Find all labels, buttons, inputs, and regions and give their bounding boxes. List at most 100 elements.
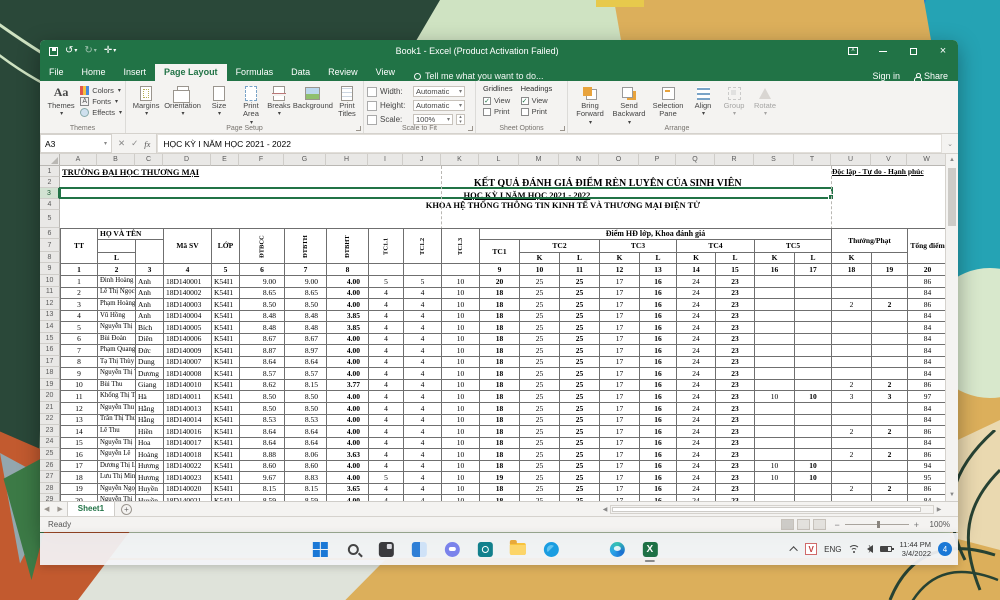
data-cell[interactable]: 18D140016	[164, 426, 212, 438]
data-cell[interactable]: Dung	[136, 356, 164, 368]
data-cell[interactable]: 10	[442, 299, 480, 311]
data-cell[interactable]: 17	[600, 449, 640, 461]
data-cell[interactable]: 8.65	[285, 287, 327, 299]
data-cell[interactable]: 18D140008	[164, 368, 212, 380]
volume-icon[interactable]	[867, 545, 873, 553]
data-cell[interactable]: 17	[600, 426, 640, 438]
sheet-options-dialog-launcher[interactable]	[560, 126, 565, 131]
data-cell[interactable]: 17	[600, 276, 640, 288]
data-cell[interactable]: 4	[404, 483, 442, 495]
data-cell[interactable]: 3.77	[327, 379, 369, 391]
data-cell[interactable]: 24	[677, 322, 716, 334]
data-cell[interactable]: 17	[600, 379, 640, 391]
data-cell[interactable]: 10	[755, 472, 795, 484]
header-cell[interactable]	[98, 240, 136, 253]
data-cell[interactable]: 17	[600, 333, 640, 345]
data-cell[interactable]: 9.67	[240, 472, 285, 484]
column-number-cell[interactable]: 2	[98, 264, 136, 276]
data-cell[interactable]: 25	[560, 379, 600, 391]
skype-icon[interactable]	[539, 536, 563, 562]
height-select[interactable]: Automatic	[413, 100, 465, 111]
data-cell[interactable]	[755, 483, 795, 495]
data-cell[interactable]	[832, 403, 872, 415]
data-cell[interactable]: 84	[908, 414, 948, 426]
header-cell[interactable]: Tổng điểm	[908, 229, 948, 264]
headings-view-checkbox[interactable]: View	[521, 96, 553, 105]
header-cell[interactable]: K	[832, 253, 872, 264]
data-cell[interactable]	[795, 379, 832, 391]
data-cell[interactable]: Hoàng	[136, 449, 164, 461]
column-header-E[interactable]: E	[211, 154, 239, 166]
data-cell[interactable]: 84	[908, 287, 948, 299]
data-cell[interactable]	[832, 460, 872, 472]
zoom-slider[interactable]	[845, 524, 909, 525]
data-cell[interactable]: 17	[600, 368, 640, 380]
search-icon[interactable]	[341, 536, 365, 562]
data-cell[interactable]	[795, 483, 832, 495]
data-cell[interactable]: 13	[61, 414, 98, 426]
data-cell[interactable]: 8.48	[240, 322, 285, 334]
data-cell[interactable]: 2	[832, 483, 872, 495]
data-cell[interactable]: 4	[404, 472, 442, 484]
data-cell[interactable]	[795, 345, 832, 357]
data-cell[interactable]: 2	[832, 426, 872, 438]
data-cell[interactable]: 4	[404, 310, 442, 322]
column-number-cell[interactable]: 11	[560, 264, 600, 276]
data-cell[interactable]: 8.62	[240, 379, 285, 391]
data-cell[interactable]: 4.00	[327, 437, 369, 449]
header-cell[interactable]: TC1.2	[404, 229, 442, 264]
data-cell[interactable]	[872, 287, 908, 299]
data-cell[interactable]: 10	[755, 391, 795, 403]
data-cell[interactable]: 97	[908, 391, 948, 403]
data-cell[interactable]: 25	[520, 299, 560, 311]
data-cell[interactable]: 8.64	[285, 426, 327, 438]
data-cell[interactable]: 4	[369, 333, 404, 345]
data-cell[interactable]: 16	[640, 391, 677, 403]
data-cell[interactable]: Hiền	[136, 426, 164, 438]
data-cell[interactable]	[872, 368, 908, 380]
data-cell[interactable]: 3.85	[327, 310, 369, 322]
data-cell[interactable]: Dương Thị Lệ	[98, 460, 136, 472]
data-cell[interactable]: 4.00	[327, 460, 369, 472]
edge-icon[interactable]	[605, 536, 629, 562]
data-cell[interactable]: 25	[520, 391, 560, 403]
column-header-U[interactable]: U	[831, 154, 871, 166]
header-cell[interactable]: LỚP	[212, 229, 240, 264]
data-cell[interactable]: 3	[61, 299, 98, 311]
data-cell[interactable]: 8.50	[285, 299, 327, 311]
data-cell[interactable]: 25	[560, 356, 600, 368]
data-cell[interactable]: Phạm Quang	[98, 345, 136, 357]
column-header-B[interactable]: B	[97, 154, 135, 166]
header-cell[interactable]: Điểm HĐ lớp, Khoa đánh giá	[480, 229, 832, 240]
undo-icon[interactable]: ↺	[65, 46, 77, 56]
column-number-cell[interactable]: 5	[212, 264, 240, 276]
data-cell[interactable]: Anh	[136, 287, 164, 299]
data-cell[interactable]: 4	[404, 333, 442, 345]
data-cell[interactable]: Lê Thu	[98, 426, 136, 438]
data-cell[interactable]: 4	[404, 356, 442, 368]
header-cell[interactable]: K	[520, 253, 560, 264]
motto-cell[interactable]: Độc lập - Tự do - Hạnh phúc	[832, 167, 924, 176]
data-cell[interactable]: 5	[61, 322, 98, 334]
data-cell[interactable]: Hằng	[136, 414, 164, 426]
data-cell[interactable]: 18D140005	[164, 322, 212, 334]
data-cell[interactable]: Đinh Hoàng	[98, 276, 136, 288]
file-explorer-icon[interactable]	[506, 536, 530, 562]
camera-icon[interactable]	[473, 536, 497, 562]
data-cell[interactable]: 25	[560, 426, 600, 438]
row-header-7[interactable]: 7	[40, 239, 60, 252]
school-name-cell[interactable]: TRƯỜNG ĐẠI HỌC THƯƠNG MẠI	[62, 167, 199, 177]
data-cell[interactable]: 4.00	[327, 426, 369, 438]
header-cell[interactable]: TC1.1	[369, 229, 404, 264]
column-number-cell[interactable]: 8	[327, 264, 369, 276]
header-cell[interactable]: Mã SV	[164, 229, 212, 264]
data-cell[interactable]: 18D140006	[164, 333, 212, 345]
data-cell[interactable]: 8.64	[240, 426, 285, 438]
data-cell[interactable]: 18	[480, 483, 520, 495]
data-cell[interactable]: 84	[908, 368, 948, 380]
data-cell[interactable]: 16	[640, 379, 677, 391]
column-header-D[interactable]: D	[163, 154, 211, 166]
data-cell[interactable]: 18	[480, 391, 520, 403]
data-cell[interactable]: 94	[908, 460, 948, 472]
data-cell[interactable]: 16	[640, 483, 677, 495]
